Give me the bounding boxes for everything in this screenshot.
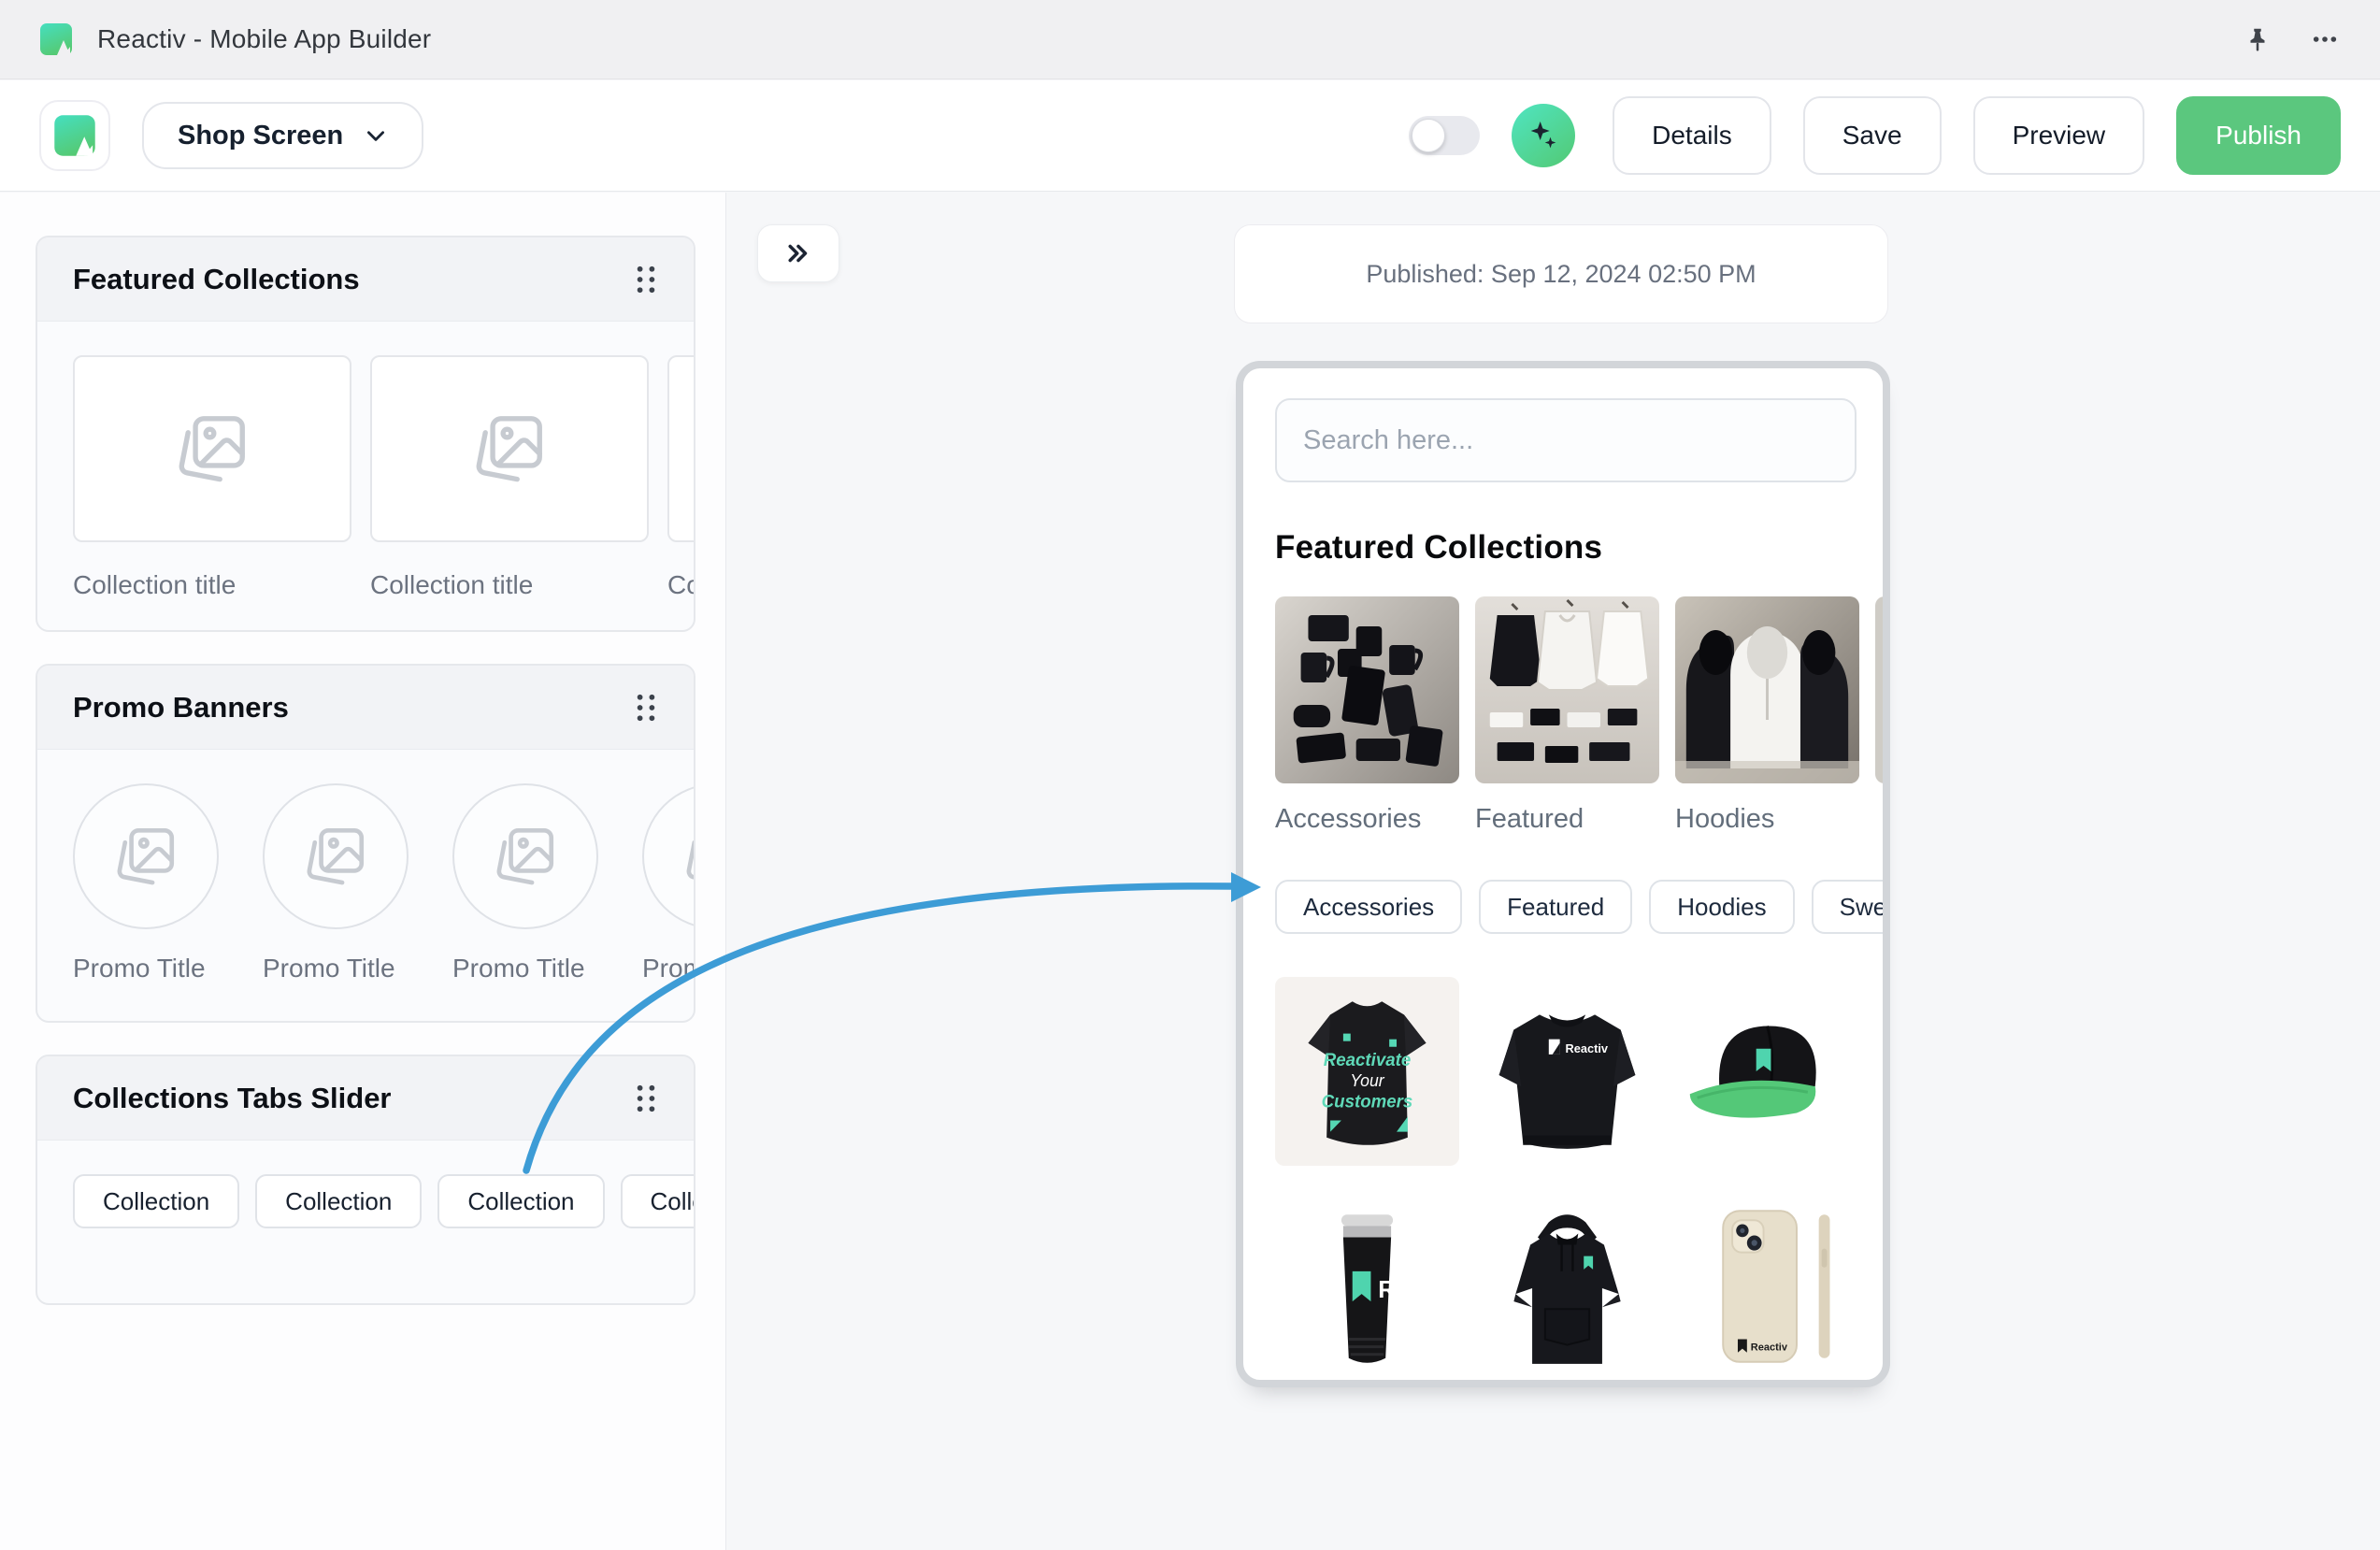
save-button[interactable]: Save — [1803, 96, 1942, 175]
promo-placeholder-circle[interactable] — [452, 783, 598, 929]
published-status-bar: Published: Sep 12, 2024 02:50 PM — [1234, 224, 1888, 323]
panel-header: Featured Collections — [37, 237, 694, 322]
chevrons-right-icon — [784, 239, 812, 267]
preview-tab-sweatshirts[interactable]: Sweatshirts — [1812, 880, 1890, 934]
collection-image-accessories[interactable] — [1275, 596, 1459, 783]
promo-placeholder-circle[interactable] — [73, 783, 219, 929]
mobile-app-preview: Featured Collections — [1236, 361, 1890, 1387]
ai-sparkle-button[interactable] — [1512, 104, 1575, 167]
panel-header: Collections Tabs Slider — [37, 1056, 694, 1141]
preview-tab-accessories[interactable]: Accessories — [1275, 880, 1462, 934]
promo-title-label: Promo Title — [263, 954, 409, 983]
preview-tab-hoodies[interactable]: Hoodies — [1649, 880, 1794, 934]
promo-placeholder-circle[interactable] — [263, 783, 409, 929]
collection-tab-chip[interactable]: Collection — [437, 1174, 604, 1228]
product-image-phone-case[interactable]: Reactiv — [1675, 1192, 1859, 1381]
chevron-down-icon — [364, 123, 388, 148]
more-options-icon[interactable] — [2309, 23, 2341, 55]
product-image-sweatshirt[interactable]: Reactiv — [1475, 977, 1659, 1166]
preview-tab-featured[interactable]: Featured — [1479, 880, 1632, 934]
publish-button[interactable]: Publish — [2176, 96, 2341, 175]
image-placeholder-icon — [491, 822, 560, 891]
app-window: Reactiv - Mobile App Builder — [0, 0, 2380, 1550]
collection-title-label: Collection title — [667, 570, 695, 600]
collection-tab-chip[interactable]: Collection — [255, 1174, 422, 1228]
preview-section-title: Featured Collections — [1275, 529, 1883, 567]
panel-collections-tabs-slider: Collections Tabs Slider Collection Colle… — [36, 1055, 695, 1305]
collection-tab-chip[interactable]: Collection — [73, 1174, 239, 1228]
components-sidebar: Featured Collections — [0, 193, 726, 1550]
product-image-tumbler[interactable]: R — [1275, 1192, 1459, 1381]
preview-button[interactable]: Preview — [1973, 96, 2145, 175]
published-status-text: Published: Sep 12, 2024 02:50 PM — [1366, 260, 1756, 289]
panel-title: Featured Collections — [73, 263, 360, 296]
drag-handle-icon[interactable] — [634, 1084, 658, 1113]
mode-toggle[interactable] — [1409, 116, 1480, 155]
toggle-knob — [1412, 119, 1445, 152]
image-placeholder-icon — [111, 822, 180, 891]
sparkles-icon — [1525, 117, 1562, 154]
reactiv-logo-icon — [39, 22, 73, 56]
collection-label: Accessories — [1275, 804, 1459, 835]
panel-featured-collections: Featured Collections — [36, 236, 695, 632]
collapse-sidebar-button[interactable] — [757, 224, 839, 282]
reactiv-r-icon — [53, 114, 96, 157]
promo-title-label: Promo Title — [452, 954, 598, 983]
panel-title: Promo Banners — [73, 691, 289, 725]
panel-header: Promo Banners — [37, 666, 694, 750]
case-logo-text: Reactiv — [1751, 1342, 1788, 1354]
image-placeholder-icon — [681, 822, 695, 891]
collection-image-partial[interactable] — [1875, 596, 1890, 783]
tshirt-text-line1: Reactivate — [1324, 1051, 1412, 1070]
pin-icon[interactable] — [2242, 23, 2273, 55]
image-placeholder-icon — [172, 409, 252, 489]
window-title: Reactiv - Mobile App Builder — [97, 24, 431, 54]
panel-promo-banners: Promo Banners — [36, 664, 695, 1023]
collection-label: Featured — [1475, 804, 1659, 835]
panel-title: Collections Tabs Slider — [73, 1082, 392, 1115]
drag-handle-icon[interactable] — [634, 693, 658, 723]
collection-placeholder-card[interactable] — [370, 355, 649, 542]
tshirt-text-line3: Customers — [1322, 1092, 1413, 1112]
drag-handle-icon[interactable] — [634, 265, 658, 294]
collection-label: Hoodies — [1675, 804, 1859, 835]
details-button[interactable]: Details — [1613, 96, 1771, 175]
image-placeholder-icon — [469, 409, 550, 489]
promo-title-label: Promo Title — [73, 954, 219, 983]
tshirt-text-line2: Your — [1350, 1071, 1384, 1090]
promo-placeholder-circle[interactable] — [642, 783, 695, 929]
collection-tab-chip[interactable]: Collection — [621, 1174, 695, 1228]
screen-selector-dropdown[interactable]: Shop Screen — [142, 102, 423, 169]
collection-title-label: Collection title — [370, 570, 649, 600]
product-image-hoodie[interactable] — [1475, 1192, 1659, 1381]
app-toolbar: Shop Screen Details Save Preview Publish — [0, 80, 2380, 192]
svg-text:R: R — [1378, 1277, 1396, 1303]
app-logo — [39, 100, 110, 171]
search-input[interactable] — [1275, 398, 1857, 482]
sweatshirt-logo-text: Reactiv — [1566, 1041, 1609, 1055]
collection-placeholder-card[interactable] — [73, 355, 351, 542]
collection-image-hoodies[interactable] — [1675, 596, 1859, 783]
product-image-tshirt[interactable]: Reactivate Your Customers — [1275, 977, 1459, 1166]
promo-title-label: Promo Title — [642, 954, 695, 983]
screen-selector-label: Shop Screen — [178, 121, 343, 151]
product-image-cap[interactable] — [1675, 977, 1859, 1166]
title-bar: Reactiv - Mobile App Builder — [0, 0, 2380, 79]
image-placeholder-icon — [301, 822, 370, 891]
collection-title-label: Collection title — [73, 570, 351, 600]
collection-placeholder-card[interactable] — [667, 355, 695, 542]
collection-image-featured[interactable] — [1475, 596, 1659, 783]
